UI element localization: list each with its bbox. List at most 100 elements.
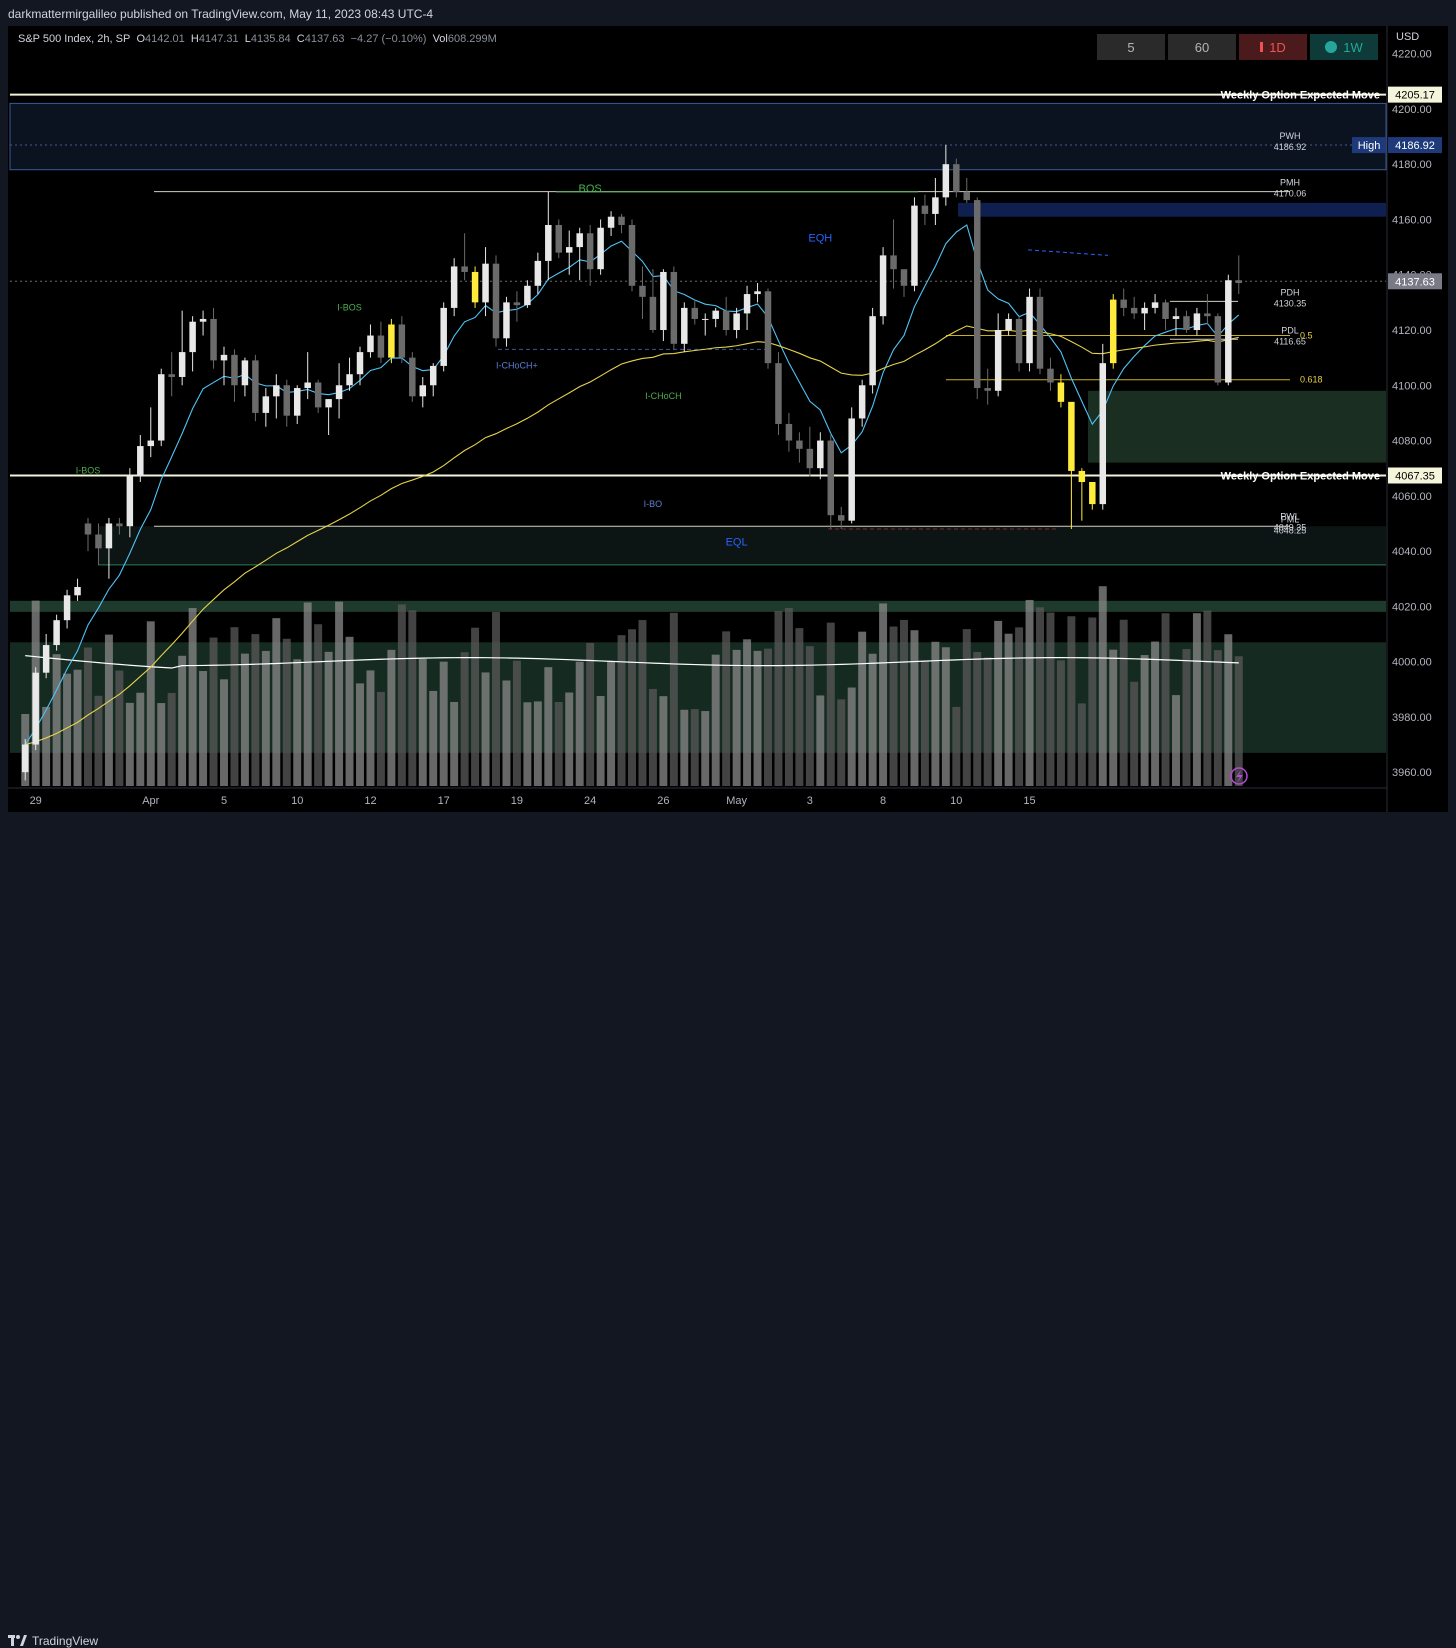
time-tick-label: 5 xyxy=(221,795,227,807)
candle-body xyxy=(890,255,897,270)
volume-bar xyxy=(1109,649,1118,786)
volume-bar xyxy=(314,624,323,786)
candle-body xyxy=(1099,363,1107,505)
candle-body xyxy=(796,440,803,449)
candle-body xyxy=(670,271,678,344)
volume-bar xyxy=(659,696,668,786)
volume-bar xyxy=(1036,607,1044,786)
time-tick-label: 10 xyxy=(291,795,303,807)
volume-bar xyxy=(826,622,835,786)
volume-bar xyxy=(638,620,647,786)
demand-zone xyxy=(1088,390,1386,463)
volume-bar xyxy=(251,634,260,786)
candle-body xyxy=(984,388,991,391)
candle-body xyxy=(806,448,814,469)
close-value: 4137.63 xyxy=(304,33,345,45)
volume-bar xyxy=(157,703,166,786)
candle-body xyxy=(1089,482,1096,505)
timeframe-1w-button[interactable]: 1W xyxy=(1310,34,1378,60)
candle-body xyxy=(524,285,531,306)
volume-bar xyxy=(565,692,574,786)
price-tick-label: 3960.00 xyxy=(1392,767,1432,779)
time-tick-label: 8 xyxy=(880,795,886,807)
volume-bar xyxy=(774,611,783,786)
volume-bar xyxy=(554,702,563,786)
volume-bar xyxy=(42,706,51,786)
volume-bar xyxy=(983,657,992,786)
high-label: H xyxy=(190,33,199,45)
candle-body xyxy=(1015,318,1023,364)
open-label: O xyxy=(136,33,146,45)
volume-bar xyxy=(397,604,406,786)
candle-body xyxy=(398,324,406,358)
volume-bar xyxy=(952,706,961,786)
volume-bar xyxy=(512,660,521,786)
timeframe-1d-label: 1D xyxy=(1269,39,1286,55)
volume-bar xyxy=(816,695,825,786)
volume-bar xyxy=(240,653,249,786)
volume-bar xyxy=(1172,695,1180,786)
volume-bar xyxy=(335,601,344,786)
candle-body xyxy=(963,191,971,201)
candle-body xyxy=(701,318,709,320)
volume-bar xyxy=(471,627,480,786)
volume-bar xyxy=(125,702,134,786)
candle-body xyxy=(953,164,960,192)
volume-bar xyxy=(356,683,364,786)
candle-body xyxy=(817,440,824,469)
candle-body xyxy=(356,352,364,375)
volume-bar xyxy=(115,670,124,786)
candle-body xyxy=(785,423,793,441)
timeframe-1d-button[interactable]: 1D xyxy=(1239,34,1307,60)
volume-bar xyxy=(690,709,699,786)
tradingview-wordmark: TradingView xyxy=(32,1634,99,1648)
candle-body xyxy=(639,285,646,297)
candle-body xyxy=(252,360,259,413)
candle-body xyxy=(1193,313,1201,330)
volume-bar xyxy=(575,661,584,786)
volume-bar xyxy=(450,701,459,786)
open-value: 4142.01 xyxy=(145,33,185,45)
volume-bar xyxy=(1098,586,1107,786)
candle-body xyxy=(607,216,615,228)
volume-bar xyxy=(303,602,312,786)
volume-bar xyxy=(272,618,281,786)
price-chart[interactable]: Weekly Option Expected Move Weekly Option… xyxy=(8,26,1448,812)
candle-body xyxy=(262,396,270,413)
candle-body xyxy=(241,360,249,386)
volume-bar xyxy=(795,628,804,786)
candle-body xyxy=(388,324,395,358)
timeframe-60-button[interactable]: 60 xyxy=(1168,34,1236,60)
volume-bar xyxy=(544,667,553,786)
volume-bar xyxy=(293,659,302,786)
candle-body xyxy=(147,440,155,447)
volume-bar xyxy=(533,701,542,786)
volume-bar xyxy=(648,688,657,786)
candle-body xyxy=(1109,299,1117,364)
volume-bar xyxy=(628,629,636,786)
volume-bar xyxy=(784,607,793,786)
timeframe-buttons: 5 60 1D 1W xyxy=(1097,34,1378,60)
volume-bar xyxy=(146,621,155,786)
chart-area[interactable]: Weekly Option Expected Move Weekly Option… xyxy=(8,26,1448,812)
volume-bars xyxy=(21,586,1243,786)
volume-bar xyxy=(617,635,626,786)
structure-annotation: I-CHoCH xyxy=(645,391,682,401)
candle-body xyxy=(576,233,583,248)
candle-body xyxy=(722,310,730,330)
volume-bar xyxy=(418,658,427,786)
volume-bar xyxy=(711,654,720,786)
volume-bar xyxy=(1203,610,1212,786)
candle-body xyxy=(973,200,981,389)
candle-body xyxy=(116,523,123,527)
tradingview-icon xyxy=(8,1635,27,1646)
level-value: 4186.92 xyxy=(1274,142,1307,152)
time-tick-label: 17 xyxy=(438,795,450,807)
symbol-name: S&P 500 Index, 2h, SP xyxy=(18,33,131,45)
volume-bar xyxy=(460,652,469,786)
tradingview-logo[interactable]: TradingView xyxy=(8,1634,98,1648)
price-tick-label: 4040.00 xyxy=(1392,546,1432,558)
timeframe-5-button[interactable]: 5 xyxy=(1097,34,1165,60)
structure-annotation: EQL xyxy=(726,537,748,549)
candle-body xyxy=(942,164,950,198)
